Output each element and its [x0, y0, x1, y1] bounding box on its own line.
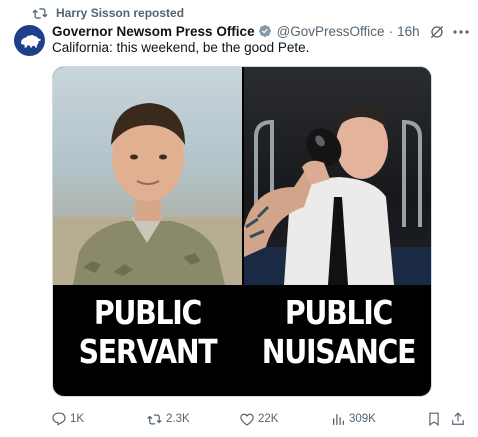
like-count: 22K [258, 413, 279, 425]
left-caption: PUBLIC SERVANT [66, 293, 229, 371]
post-text: California: this weekend, be the good Pe… [52, 40, 310, 55]
author-handle[interactable]: @GovPressOffice [277, 24, 385, 39]
reply-icon [52, 412, 66, 426]
reply-button[interactable]: 1K [52, 410, 84, 428]
repost-count: 2.3K [166, 413, 190, 425]
bookmark-icon [429, 412, 439, 426]
right-caption-line-1: PUBLIC [284, 293, 394, 332]
post-actions: 1K 2.3K 22K 309K [52, 410, 472, 428]
separator-dot: · [388, 23, 394, 39]
repost-label: Harry Sisson reposted [56, 6, 185, 20]
repost-button[interactable]: 2.3K [147, 410, 190, 428]
avatar[interactable] [14, 25, 45, 56]
bear-logo-icon [20, 34, 41, 47]
views-button[interactable]: 309K [332, 410, 376, 428]
reply-count: 1K [70, 413, 85, 425]
repost-icon [32, 7, 48, 19]
like-button[interactable]: 22K [240, 410, 278, 428]
more-icon[interactable] [451, 23, 471, 41]
bookmark-button[interactable] [428, 410, 440, 428]
views-count: 309K [349, 413, 376, 425]
post-header: Governor Newsom Press Office @GovPressOf… [52, 22, 420, 40]
left-caption-line-2: SERVANT [78, 332, 218, 371]
views-icon [332, 413, 345, 425]
share-button[interactable] [451, 410, 465, 428]
share-icon [452, 412, 464, 425]
right-caption-line-2: NUISANCE [261, 332, 417, 371]
repost-context[interactable]: Harry Sisson reposted [32, 5, 184, 21]
left-caption-line-1: PUBLIC [93, 293, 203, 332]
post-media-image[interactable]: PUBLIC SERVANT PUBLIC NUISANCE [52, 66, 432, 397]
left-photo-soldier [53, 67, 242, 285]
heart-icon [240, 413, 254, 426]
verified-badge-icon[interactable] [258, 24, 272, 38]
author-name[interactable]: Governor Newsom Press Office [52, 24, 255, 39]
right-caption: PUBLIC NUISANCE [257, 293, 420, 371]
repost-icon [147, 414, 162, 424]
right-photo-drinking [244, 67, 431, 285]
grok-icon[interactable] [428, 23, 446, 41]
post-timestamp[interactable]: 16h [397, 24, 420, 39]
